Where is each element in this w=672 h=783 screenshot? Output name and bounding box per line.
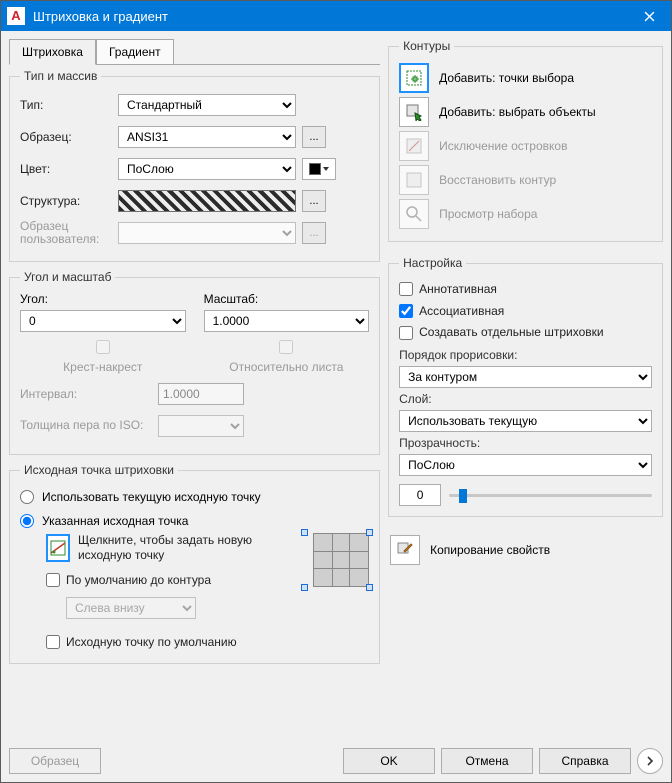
checkbox-annotative[interactable] [399, 282, 413, 296]
label-view-selection: Просмотр набора [439, 207, 537, 221]
label-associative: Ассоциативная [419, 304, 504, 318]
label-annotative: Аннотативная [419, 282, 497, 296]
label-separate: Создавать отдельные штриховки [419, 326, 604, 340]
swatch-preview[interactable] [118, 190, 296, 212]
label-inherit: Копирование свойств [430, 543, 550, 557]
select-scale[interactable]: 1.0000 [204, 310, 370, 332]
close-button[interactable] [627, 1, 671, 31]
preview-button: Образец [9, 748, 101, 774]
label-layer: Слой: [399, 392, 652, 406]
select-pattern[interactable]: ANSI31 [118, 126, 296, 148]
select-type[interactable]: Стандартный [118, 94, 296, 116]
remove-islands-button [399, 131, 429, 161]
group-origin: Исходная точка штриховки Использовать те… [9, 463, 380, 664]
cancel-button[interactable]: Отмена [441, 748, 533, 774]
select-layer[interactable]: Использовать текущую [399, 410, 652, 432]
legend-boundaries: Контуры [399, 39, 454, 53]
checkbox-store-default[interactable] [46, 635, 60, 649]
select-draw-order[interactable]: За контуром [399, 366, 652, 388]
magnifier-icon [405, 205, 423, 223]
recreate-icon [405, 171, 423, 189]
pick-points-icon [405, 69, 423, 87]
crosshair-icon [49, 539, 67, 557]
label-specified: Указанная исходная точка [42, 514, 188, 528]
label-interval: Интервал: [20, 387, 152, 401]
background-color-button[interactable] [302, 158, 336, 180]
label-type: Тип: [20, 98, 112, 112]
label-scale: Масштаб: [204, 292, 370, 306]
legend-settings: Настройка [399, 256, 466, 270]
radio-use-current[interactable] [20, 490, 34, 504]
recreate-boundary-button [399, 165, 429, 195]
swatch-browse-button[interactable]: ... [302, 190, 326, 212]
button-bar: Образец OK Отмена Справка [1, 740, 671, 782]
tab-gradient[interactable]: Градиент [96, 39, 174, 64]
input-transparency-value[interactable] [399, 484, 441, 506]
group-boundaries: Контуры Добавить: точки выбора Добавить:… [388, 39, 663, 242]
label-angle: Угол: [20, 292, 186, 306]
titlebar: A Штриховка и градиент [1, 1, 671, 31]
chevron-right-icon [645, 756, 655, 766]
label-store-default: Исходную точку по умолчанию [66, 635, 237, 649]
add-pick-points-button[interactable] [399, 63, 429, 93]
label-color: Цвет: [20, 162, 112, 176]
label-user-pattern: Образец пользователя: [20, 220, 112, 246]
set-origin-button[interactable] [46, 534, 70, 562]
select-iso-pen [158, 415, 244, 437]
expand-dialog-button[interactable] [637, 748, 663, 774]
input-interval [158, 383, 244, 405]
slider-transparency[interactable] [449, 486, 652, 504]
help-button[interactable]: Справка [539, 748, 631, 774]
checkbox-separate[interactable] [399, 326, 413, 340]
select-objects-icon [405, 103, 423, 121]
legend-type-array: Тип и массив [20, 69, 101, 83]
group-angle-scale: Угол и масштаб Угол: 0 Масштаб: 1.0000 К… [9, 270, 380, 455]
tab-hatch[interactable]: Штриховка [9, 39, 96, 65]
view-selection-button [399, 199, 429, 229]
label-iso-pen: Толщина пера по ISO: [20, 419, 152, 432]
origin-preview [305, 533, 369, 587]
label-relative-paper: Относительно листа [229, 360, 343, 374]
user-pattern-browse-button: ... [302, 222, 326, 244]
select-origin-position: Слева внизу [66, 597, 196, 619]
group-type-array: Тип и массив Тип: Стандартный Образец: A… [9, 69, 380, 262]
label-add-select: Добавить: выбрать объекты [439, 105, 596, 119]
ok-button[interactable]: OK [343, 748, 435, 774]
select-color[interactable]: ПоСлою [118, 158, 296, 180]
add-select-objects-button[interactable] [399, 97, 429, 127]
brush-icon [396, 541, 414, 559]
app-logo-icon: A [7, 7, 25, 25]
label-default-boundary: По умолчанию до контура [66, 573, 211, 587]
legend-origin: Исходная точка штриховки [20, 463, 178, 477]
label-recreate: Восстановить контур [439, 173, 556, 187]
select-transparency[interactable]: ПоСлою [399, 454, 652, 476]
label-use-current: Использовать текущую исходную точку [42, 490, 261, 504]
radio-specified[interactable] [20, 514, 34, 528]
checkbox-crosshatch [96, 340, 110, 354]
label-crosshatch: Крест-накрест [63, 360, 142, 374]
pattern-browse-button[interactable]: ... [302, 126, 326, 148]
label-add-pick: Добавить: точки выбора [439, 71, 574, 85]
label-pattern: Образец: [20, 130, 112, 144]
select-user-pattern [118, 222, 296, 244]
select-angle[interactable]: 0 [20, 310, 186, 332]
inherit-properties-button[interactable] [390, 535, 420, 565]
legend-angle-scale: Угол и масштаб [20, 270, 115, 284]
label-click-set: Щелкните, чтобы задать новую исходную то… [78, 533, 297, 563]
checkbox-default-boundary[interactable] [46, 573, 60, 587]
group-settings: Настройка Аннотативная Ассоциативная Соз… [388, 256, 663, 517]
tab-bar: Штриховка Градиент [9, 39, 380, 65]
label-draw-order: Порядок прорисовки: [399, 348, 652, 362]
label-remove-islands: Исключение островков [439, 139, 567, 153]
checkbox-associative[interactable] [399, 304, 413, 318]
window-title: Штриховка и градиент [33, 9, 627, 24]
close-icon [644, 11, 655, 22]
remove-islands-icon [405, 137, 423, 155]
label-transparency: Прозрачность: [399, 436, 652, 450]
label-structure: Структура: [20, 194, 112, 208]
dialog-window: A Штриховка и градиент Штриховка Градиен… [0, 0, 672, 783]
checkbox-relative-paper [279, 340, 293, 354]
